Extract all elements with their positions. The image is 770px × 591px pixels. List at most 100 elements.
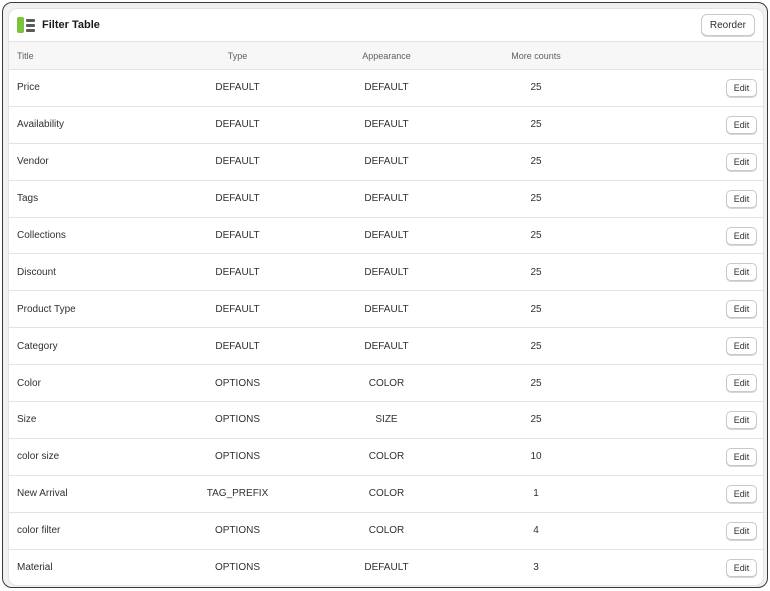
table-row: Tags DEFAULT DEFAULT 25 Edit <box>9 180 763 218</box>
edit-button[interactable]: Edit <box>726 115 757 134</box>
filter-table: Title Type Appearance More counts Price … <box>9 41 763 585</box>
table-row: Size OPTIONS SIZE 25 Edit <box>9 401 763 439</box>
row-appearance: COLOR <box>312 512 461 550</box>
row-more-counts: 25 <box>461 143 611 181</box>
table-row: New Arrival TAG_PREFIX COLOR 1 Edit <box>9 475 763 513</box>
row-title: Price <box>9 69 163 107</box>
edit-button[interactable]: Edit <box>726 189 757 208</box>
row-appearance: DEFAULT <box>312 69 461 107</box>
row-appearance: DEFAULT <box>312 253 461 292</box>
row-more-counts: 25 <box>461 327 611 366</box>
row-type: OPTIONS <box>163 401 312 439</box>
row-appearance: DEFAULT <box>312 290 461 329</box>
row-actions: Edit <box>611 106 763 144</box>
table-row: Category DEFAULT DEFAULT 25 Edit <box>9 327 763 366</box>
row-appearance: COLOR <box>312 364 461 403</box>
edit-button[interactable]: Edit <box>726 78 757 97</box>
edit-button[interactable]: Edit <box>726 226 757 245</box>
row-title: Product Type <box>9 290 163 329</box>
row-type: TAG_PREFIX <box>163 475 312 513</box>
row-type: OPTIONS <box>214 562 260 574</box>
table-body: Price DEFAULT DEFAULT 25 Edit Availabili… <box>9 69 763 586</box>
row-type: DEFAULT <box>163 253 312 292</box>
edit-button[interactable]: Edit <box>726 558 757 577</box>
row-title: Size <box>9 401 163 439</box>
row-title: Tags <box>9 180 163 218</box>
row-type: DEFAULT <box>163 106 312 144</box>
row-actions: Edit <box>611 438 763 476</box>
row-more-counts: 25 <box>461 253 611 292</box>
row-more-counts: 25 <box>461 364 611 403</box>
row-appearance: DEFAULT <box>312 106 461 144</box>
row-appearance: SIZE <box>312 401 461 439</box>
row-appearance: COLOR <box>312 438 461 476</box>
row-title: Color <box>9 364 163 403</box>
filter-table-card: Filter Table Reorder Title Type Appearan… <box>9 9 763 585</box>
row-actions: Edit <box>611 180 763 218</box>
edit-button[interactable]: Edit <box>726 337 757 356</box>
row-type: OPTIONS <box>163 364 312 403</box>
row-type: DEFAULT <box>163 290 312 329</box>
row-more-counts: 10 <box>461 438 611 476</box>
filter-table-logo-icon <box>17 16 37 34</box>
row-actions: Edit <box>611 290 763 329</box>
table-row: Price DEFAULT DEFAULT 25 Edit <box>9 69 763 107</box>
row-more-counts: 1 <box>461 475 611 513</box>
row-title: color filter <box>9 512 163 550</box>
edit-button[interactable]: Edit <box>726 263 757 282</box>
column-header-type: Type <box>163 41 312 70</box>
table-row: Availability DEFAULT DEFAULT 25 Edit <box>9 106 763 144</box>
row-appearance: COLOR <box>312 475 461 513</box>
edit-button[interactable]: Edit <box>726 374 757 393</box>
card-header: Filter Table Reorder <box>9 9 763 41</box>
table-row: Collections DEFAULT DEFAULT 25 Edit <box>9 217 763 255</box>
table-header-row: Title Type Appearance More counts <box>9 41 763 70</box>
row-appearance: DEFAULT <box>312 327 461 366</box>
table-row: Product Type DEFAULT DEFAULT 25 Edit <box>9 290 763 329</box>
edit-button[interactable]: Edit <box>726 410 757 429</box>
edit-button[interactable]: Edit <box>726 521 757 540</box>
app-frame: Filter Table Reorder Title Type Appearan… <box>2 2 768 588</box>
row-type: DEFAULT <box>163 217 312 255</box>
row-title: Category <box>9 327 163 366</box>
table-row: color filter OPTIONS COLOR 4 Edit <box>9 512 763 550</box>
row-actions: Edit <box>611 401 763 439</box>
column-header-appearance: Appearance <box>312 41 461 70</box>
row-title: New Arrival <box>9 475 163 513</box>
row-appearance: DEFAULT <box>364 562 409 574</box>
row-actions: Edit <box>611 327 763 366</box>
edit-button[interactable]: Edit <box>726 484 757 503</box>
table-row: Discount DEFAULT DEFAULT 25 Edit <box>9 253 763 292</box>
row-more-counts: 3 <box>533 562 539 574</box>
row-actions: Edit <box>611 253 763 292</box>
column-header-title: Title <box>9 41 163 70</box>
edit-button[interactable]: Edit <box>726 152 757 171</box>
column-header-more-counts: More counts <box>461 41 611 70</box>
row-actions: Edit <box>611 364 763 403</box>
row-title: Vendor <box>9 143 163 181</box>
row-type: DEFAULT <box>163 69 312 107</box>
row-appearance: DEFAULT <box>312 180 461 218</box>
row-title: Availability <box>9 106 163 144</box>
reorder-button[interactable]: Reorder <box>700 14 755 36</box>
table-row: Color OPTIONS COLOR 25 Edit <box>9 364 763 403</box>
row-actions: Edit <box>611 549 763 585</box>
row-more-counts: 25 <box>461 69 611 107</box>
edit-button[interactable]: Edit <box>726 447 757 466</box>
row-actions: Edit <box>611 512 763 550</box>
row-appearance: DEFAULT <box>312 217 461 255</box>
row-actions: Edit <box>611 69 763 107</box>
row-type: OPTIONS <box>163 438 312 476</box>
row-more-counts: 25 <box>461 290 611 329</box>
row-title: Discount <box>9 253 163 292</box>
edit-button[interactable]: Edit <box>726 300 757 319</box>
row-actions: Edit <box>611 217 763 255</box>
row-type: DEFAULT <box>163 327 312 366</box>
row-more-counts: 4 <box>461 512 611 550</box>
row-type: DEFAULT <box>163 143 312 181</box>
table-row: Material OPTIONS DEFAULT 3 Edit <box>9 549 763 585</box>
row-actions: Edit <box>611 143 763 181</box>
row-appearance: DEFAULT <box>312 143 461 181</box>
row-title: color size <box>9 438 163 476</box>
row-actions: Edit <box>611 475 763 513</box>
